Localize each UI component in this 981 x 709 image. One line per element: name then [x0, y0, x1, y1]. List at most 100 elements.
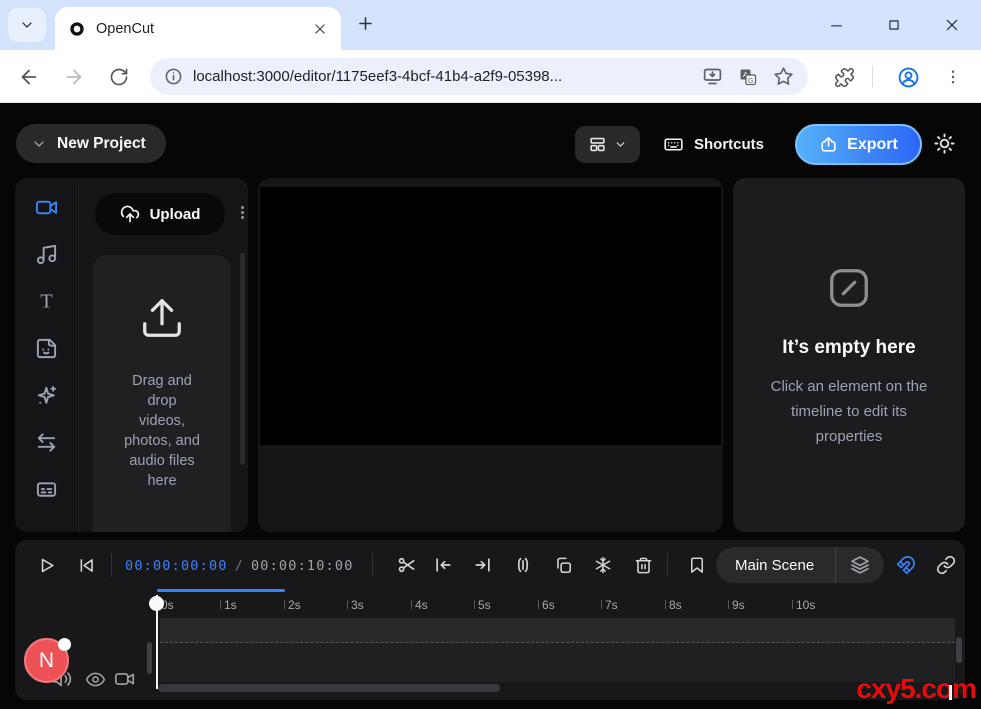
play-icon	[37, 556, 56, 575]
split-element-button[interactable]	[513, 555, 533, 575]
url-text: localhost:3000/editor/1175eef3-4bcf-41b4…	[193, 68, 687, 85]
ruler-tick-label: 3s	[351, 598, 364, 612]
puzzle-icon	[834, 67, 855, 88]
total-time: 00:00:10:00	[251, 558, 354, 574]
timeline-track-lane[interactable]	[160, 618, 955, 643]
media-dropzone[interactable]: Drag and drop videos, photos, and audio …	[93, 255, 231, 532]
snapping-toggle-button[interactable]	[896, 555, 916, 575]
trash-icon	[634, 556, 653, 575]
sidebar-item-media[interactable]	[28, 188, 66, 226]
sidebar-item-audio[interactable]	[28, 235, 66, 273]
track-visibility-button[interactable]	[84, 668, 106, 690]
link-elements-button[interactable]	[936, 555, 956, 575]
timeline-horizontal-scrollbar[interactable]	[158, 684, 500, 692]
info-icon	[164, 67, 183, 86]
media-panel-scrollbar[interactable]	[240, 253, 245, 465]
snowflake-icon	[593, 555, 613, 575]
skip-to-start-button[interactable]	[76, 555, 96, 575]
layout-panels-icon	[588, 135, 607, 154]
shortcuts-button[interactable]: Shortcuts	[663, 126, 764, 163]
tab-search-button[interactable]	[8, 8, 46, 42]
delete-button[interactable]	[633, 555, 653, 575]
properties-panel: It’s empty here Click an element on the …	[733, 178, 965, 532]
ruler-tick-label: 8s	[669, 598, 682, 612]
sparkles-icon	[35, 384, 58, 407]
arrow-left-icon	[18, 66, 40, 88]
captions-icon	[35, 478, 58, 501]
install-app-icon[interactable]	[702, 66, 723, 87]
sidebar-item-effects[interactable]	[28, 376, 66, 414]
sidebar-item-captions[interactable]	[28, 470, 66, 508]
empty-state-title: It’s empty here	[782, 337, 915, 359]
chevron-down-icon	[614, 138, 627, 151]
export-button[interactable]: Export	[795, 124, 922, 165]
new-tab-button[interactable]	[356, 14, 375, 33]
video-camera-icon	[114, 668, 136, 690]
tool-icon-strip: T	[15, 178, 79, 532]
split-button[interactable]	[397, 555, 417, 575]
forward-button[interactable]	[62, 65, 86, 89]
track-video-button[interactable]	[114, 668, 136, 690]
window-close-button[interactable]	[937, 11, 967, 39]
plus-icon	[356, 14, 375, 33]
bookmark-star-icon[interactable]	[773, 66, 794, 87]
media-sidebar-panel: T Upload	[15, 178, 248, 532]
sidebar-item-stickers[interactable]	[28, 329, 66, 367]
panel-resize-handle[interactable]	[241, 206, 244, 219]
scene-selector-button[interactable]: Main Scene	[716, 547, 884, 583]
toolbar-separator	[872, 66, 873, 87]
layout-selector-button[interactable]	[575, 126, 640, 163]
back-button[interactable]	[17, 65, 41, 89]
timeline-play-button[interactable]	[36, 555, 56, 575]
browser-tab[interactable]: OpenCut	[55, 7, 341, 50]
reload-icon	[109, 67, 129, 87]
trim-end-button[interactable]	[473, 555, 493, 575]
preview-panel: ♪	[258, 178, 723, 532]
profile-button[interactable]	[896, 65, 920, 89]
window-maximize-button[interactable]	[879, 11, 909, 39]
playhead-handle[interactable]	[149, 596, 164, 611]
url-bar[interactable]: localhost:3000/editor/1175eef3-4bcf-41b4…	[150, 58, 808, 95]
sticker-icon	[35, 337, 58, 360]
freeze-button[interactable]	[593, 555, 613, 575]
upload-label: Upload	[150, 206, 201, 223]
timeline-timecode: 00:00:00:00/00:00:10:00	[125, 558, 354, 574]
timeline-vertical-scrollbar-left[interactable]	[147, 642, 152, 674]
shortcuts-label: Shortcuts	[694, 136, 764, 153]
tab-title: OpenCut	[96, 21, 313, 37]
toolbar-separator	[372, 553, 373, 577]
bookmark-button[interactable]	[687, 555, 707, 575]
upload-button[interactable]: Upload	[95, 193, 225, 235]
translate-icon[interactable]: A G	[738, 67, 758, 87]
ruler-tick-label: 7s	[605, 598, 618, 612]
eye-icon	[85, 669, 106, 690]
minimize-icon	[829, 18, 844, 33]
svg-text:G: G	[748, 75, 754, 84]
ruler-tick-label: 6s	[542, 598, 555, 612]
kebab-menu-icon	[944, 68, 962, 86]
sidebar-item-text[interactable]: T	[28, 282, 66, 320]
browser-menu-button[interactable]	[941, 65, 965, 89]
tab-close-icon[interactable]	[313, 22, 327, 36]
export-label: Export	[847, 136, 898, 154]
close-icon	[944, 17, 960, 33]
ruler-tick-label: 10s	[796, 598, 815, 612]
project-name-button[interactable]: New Project	[16, 124, 166, 163]
reload-button[interactable]	[107, 65, 131, 89]
split-brackets-icon	[513, 555, 533, 575]
sidebar-item-transitions[interactable]	[28, 423, 66, 461]
current-time: 00:00:00:00	[125, 558, 228, 574]
svg-text:T: T	[40, 290, 52, 312]
ruler-tick-label: 5s	[478, 598, 491, 612]
theme-toggle-button[interactable]	[933, 132, 956, 155]
cloud-upload-icon	[120, 204, 140, 224]
time-separator: /	[228, 558, 251, 574]
trim-start-button[interactable]	[433, 555, 453, 575]
duplicate-button[interactable]	[553, 555, 573, 575]
toolbar-separator	[111, 553, 112, 577]
scene-name-label: Main Scene	[716, 557, 835, 574]
window-minimize-button[interactable]	[821, 11, 851, 39]
extensions-button[interactable]	[832, 65, 856, 89]
timeline-vertical-scrollbar-right[interactable]	[956, 637, 962, 663]
browser-toolbar: localhost:3000/editor/1175eef3-4bcf-41b4…	[0, 50, 981, 103]
